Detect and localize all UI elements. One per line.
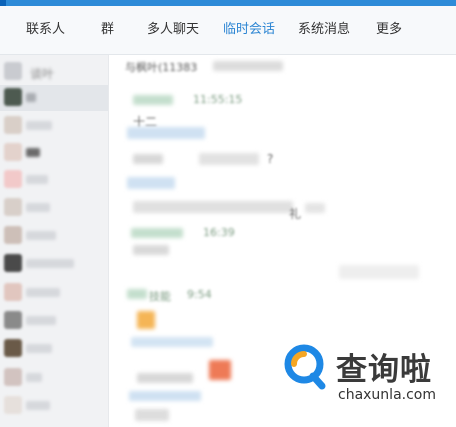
chat-header-title: 与枫叶(11383 (125, 61, 198, 74)
sender-name (127, 177, 175, 189)
avatar (4, 396, 22, 414)
message-timestamp: 16:39 (203, 226, 235, 239)
session-item[interactable] (0, 140, 108, 166)
session-item[interactable] (0, 365, 108, 391)
session-item[interactable] (0, 393, 108, 419)
sender-name (127, 289, 147, 299)
watermark-brand: 查询啦 (336, 352, 432, 388)
sender-name (129, 391, 201, 401)
tab-more[interactable]: 更多 (376, 6, 402, 54)
session-item[interactable] (0, 336, 108, 362)
avatar (4, 283, 22, 301)
sender-name (127, 127, 205, 139)
session-name (26, 373, 42, 382)
avatar (4, 368, 22, 386)
watermark: 查询啦 chaxunla.com (280, 342, 450, 412)
message-text: 礼 (289, 207, 302, 221)
session-item[interactable] (0, 113, 108, 139)
message-timestamp: 9:54 (187, 288, 212, 301)
session-item-selected[interactable] (0, 85, 108, 111)
tab-temp-sessions[interactable]: 临时会话 (223, 6, 275, 54)
session-item[interactable] (0, 251, 108, 277)
session-name (26, 203, 50, 212)
message-text-blurred (305, 203, 325, 213)
session-name (26, 148, 40, 157)
tab-group-chats[interactable]: 多人聊天 (147, 6, 199, 54)
session-name (26, 288, 60, 297)
avatar (4, 311, 22, 329)
avatar (4, 143, 22, 161)
session-name (26, 175, 48, 184)
avatar (4, 254, 22, 272)
session-item[interactable]: 谈叶 (0, 59, 108, 85)
sender-name (131, 337, 213, 347)
session-item[interactable] (0, 280, 108, 306)
session-label: 谈叶 (30, 67, 55, 81)
session-name (26, 344, 52, 353)
message-text-blurred (199, 153, 259, 165)
message-timestamp: 11:55:15 (193, 93, 243, 106)
session-name (26, 121, 52, 130)
message-text-blurred (137, 373, 193, 383)
avatar (4, 62, 22, 80)
message-text-blurred (133, 201, 293, 213)
session-item[interactable] (0, 167, 108, 193)
tab-groups[interactable]: 群 (101, 6, 114, 54)
avatar (4, 170, 22, 188)
session-list: 谈叶 (0, 55, 109, 427)
avatar (4, 339, 22, 357)
tab-contacts[interactable]: 联系人 (26, 6, 65, 54)
sender-name (131, 228, 183, 238)
message-text-blurred (135, 409, 169, 421)
blurred-region (339, 265, 419, 279)
magnifier-logo-icon (284, 344, 326, 390)
session-name (26, 401, 50, 410)
message-manager-tabbar: 联系人 群 多人聊天 临时会话 系统消息 更多 (0, 6, 456, 55)
session-name (26, 259, 74, 268)
avatar (4, 226, 22, 244)
emoji-icon (137, 311, 155, 329)
tab-system-messages[interactable]: 系统消息 (298, 6, 350, 54)
sender-name (133, 95, 173, 105)
avatar (4, 198, 22, 216)
session-name (26, 93, 36, 102)
message-text-blurred (133, 154, 163, 164)
session-item[interactable] (0, 308, 108, 334)
message-text: ? (267, 152, 274, 166)
watermark-url: chaxunla.com (338, 387, 436, 403)
session-item[interactable] (0, 223, 108, 249)
sender-label: 技能 (149, 290, 171, 303)
session-item[interactable] (0, 195, 108, 221)
session-name (26, 231, 56, 240)
chat-header-detail (213, 61, 283, 71)
session-name (26, 316, 56, 325)
im-window: 联系人 群 多人聊天 临时会话 系统消息 更多 谈叶 与枫叶(11383 11:… (0, 0, 456, 427)
avatar (4, 88, 22, 106)
message-text-blurred (133, 245, 169, 255)
image-thumbnail[interactable] (209, 360, 231, 380)
avatar (4, 116, 22, 134)
